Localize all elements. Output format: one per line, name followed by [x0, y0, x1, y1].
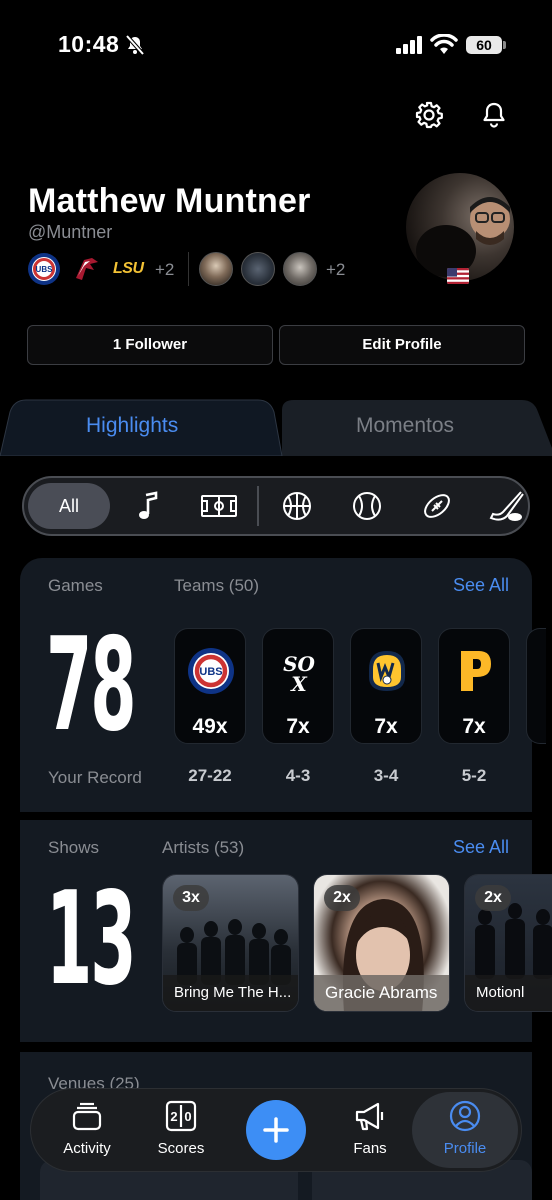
avatar-photo	[416, 197, 510, 277]
shows-count: 13	[46, 865, 137, 1014]
notifications-bell-icon[interactable]	[479, 100, 509, 130]
team-record: 27-22	[188, 766, 232, 785]
tab-scores-label: Scores	[157, 1140, 205, 1157]
hockey-icon[interactable]	[489, 490, 525, 522]
tab-activity-label: Activity	[63, 1140, 111, 1157]
svg-text:UBS: UBS	[199, 666, 222, 678]
team-record: 3-4	[373, 766, 399, 785]
artist-tile[interactable]: 3x Bring Me The H...	[162, 874, 299, 1012]
games-label: Games	[48, 576, 103, 595]
basketball-icon[interactable]	[281, 490, 313, 522]
pirates-logo-icon	[461, 651, 491, 691]
battery-nub	[503, 41, 506, 49]
artists-see-all-link[interactable]: See All	[453, 837, 509, 858]
artist-tile[interactable]: 2x Gracie Abrams	[313, 874, 450, 1012]
wifi-icon	[430, 34, 458, 54]
tab-profile-label: Profile	[443, 1140, 487, 1157]
silent-mode-icon	[125, 34, 145, 56]
svg-text:0: 0	[184, 1109, 191, 1124]
profile-name: Matthew Muntner	[28, 182, 311, 220]
tab-fans-label: Fans	[353, 1140, 387, 1157]
cubs-logo-icon: UBS	[188, 648, 234, 694]
artist-tile[interactable]: 2x Motionl	[464, 874, 552, 1012]
tab-profile[interactable]: Profile	[420, 1100, 510, 1162]
team-visit-count: 7x	[286, 715, 310, 738]
teams-see-all-link[interactable]: See All	[453, 575, 509, 596]
cubs-logo-icon: UBS	[28, 253, 60, 285]
friend-avatar	[199, 252, 233, 286]
friend-avatar	[283, 252, 317, 286]
artist-show-count: 2x	[475, 885, 511, 911]
battery-indicator: 60	[466, 36, 502, 54]
baseball-icon[interactable]	[351, 490, 383, 522]
team-record: 4-3	[285, 766, 311, 785]
teams-label: Teams (50)	[174, 576, 260, 595]
team-visit-count: 49x	[192, 715, 228, 738]
profile-avatar[interactable]	[406, 173, 514, 281]
cellular-signal-icon	[396, 36, 422, 54]
svg-text:X: X	[289, 672, 308, 695]
team-tile-cubs[interactable]: UBS 49x	[174, 628, 246, 744]
svg-text:UBS: UBS	[36, 265, 54, 274]
team-tile-pirates[interactable]: 7x	[438, 628, 510, 744]
artist-name: Bring Me The H...	[163, 975, 298, 1011]
followers-button[interactable]: 1 Follower	[27, 325, 273, 365]
svg-text:2: 2	[170, 1109, 177, 1124]
plus-icon	[263, 1117, 289, 1143]
add-button[interactable]	[246, 1100, 306, 1160]
status-time: 10:48	[58, 31, 120, 57]
team-visit-count: 7x	[462, 715, 486, 738]
activity-stack-icon	[72, 1102, 102, 1131]
white-sox-logo-icon: SO X	[283, 652, 315, 695]
artist-show-count: 2x	[324, 885, 360, 911]
artist-name: Motionl	[465, 975, 552, 1011]
filter-all-chip[interactable]: All	[28, 483, 110, 529]
scoreboard-icon: 2 0	[165, 1100, 197, 1132]
tab-highlights[interactable]: Highlights	[86, 414, 178, 438]
megaphone-icon	[355, 1102, 384, 1131]
friend-avatar	[241, 252, 275, 286]
team-tile-partial[interactable]	[526, 628, 546, 744]
team-record: 5-2	[461, 766, 487, 785]
artist-show-count: 3x	[173, 885, 209, 911]
edit-profile-button[interactable]: Edit Profile	[279, 325, 525, 365]
soccer-field-icon[interactable]	[200, 490, 238, 522]
lsu-logo: LSU	[113, 260, 144, 277]
favorites-divider	[188, 252, 189, 286]
us-flag-icon	[447, 268, 469, 284]
artists-label: Artists (53)	[162, 838, 245, 857]
football-icon[interactable]	[421, 490, 453, 522]
artist-name: Gracie Abrams	[314, 975, 449, 1011]
more-teams-count: +2	[155, 260, 175, 279]
games-count: 78	[46, 611, 137, 760]
band-silhouette	[475, 903, 552, 979]
more-friends-count: +2	[326, 260, 346, 279]
brewers-logo-icon	[369, 651, 405, 691]
profile-person-icon	[449, 1100, 481, 1132]
tab-momentos[interactable]: Momentos	[356, 414, 454, 438]
tab-fans[interactable]: Fans	[325, 1100, 415, 1162]
filter-divider	[257, 486, 259, 526]
music-note-icon[interactable]	[132, 490, 164, 522]
your-record-label: Your Record	[48, 768, 142, 787]
team-visit-count: 7x	[374, 715, 398, 738]
tab-activity[interactable]: Activity	[42, 1100, 132, 1162]
team-tile-white-sox[interactable]: SO X 7x	[262, 628, 334, 744]
tab-scores[interactable]: 2 0 Scores	[136, 1100, 226, 1162]
settings-gear-icon[interactable]	[414, 100, 444, 130]
falcons-logo-icon	[76, 258, 98, 280]
tabs-background	[0, 399, 552, 456]
status-bar: 10:48 60	[0, 0, 552, 90]
shows-label: Shows	[48, 838, 100, 857]
profile-handle: @Muntner	[28, 222, 113, 242]
team-tile-brewers[interactable]: 7x	[350, 628, 422, 744]
